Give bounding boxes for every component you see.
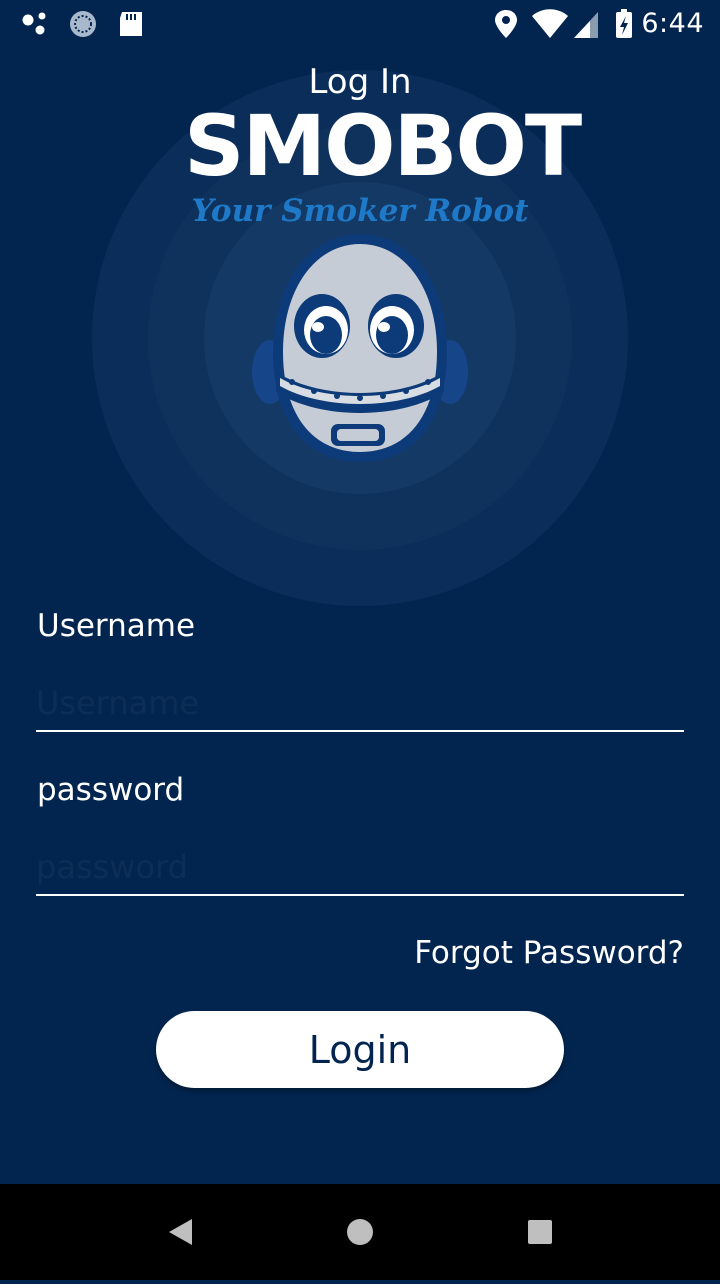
navigation-bar — [0, 1184, 720, 1280]
login-button[interactable]: Login — [156, 1011, 564, 1088]
logo-wordmark: SMOBOT — [184, 97, 582, 195]
password-label: password — [37, 772, 185, 808]
tagline: Your Smoker Robot — [191, 193, 529, 229]
nav-buttons — [169, 1219, 552, 1245]
password-input[interactable] — [36, 840, 684, 896]
recents-icon[interactable] — [528, 1220, 552, 1244]
page-title: Log In — [308, 62, 412, 102]
home-icon[interactable] — [347, 1219, 373, 1245]
logo: SMOBOT — [184, 104, 582, 188]
back-icon[interactable] — [169, 1219, 192, 1245]
username-input[interactable] — [36, 676, 684, 732]
username-label: Username — [37, 608, 196, 644]
forgot-password-link[interactable]: Forgot Password? — [414, 935, 684, 971]
